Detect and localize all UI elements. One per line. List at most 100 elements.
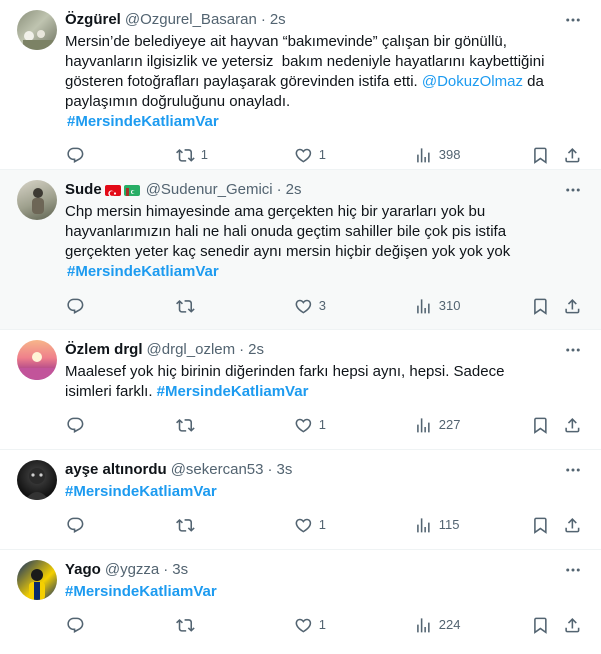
avatar[interactable] (17, 180, 57, 220)
tweet-header: Özlem drgl @drgl_ozlem · 2s (65, 340, 555, 360)
reply-button[interactable] (66, 615, 91, 635)
like-button[interactable]: 1 (294, 145, 326, 165)
view-count: 224 (438, 617, 461, 632)
heart-icon (295, 618, 312, 633)
more-options-button[interactable] (563, 10, 583, 30)
bookmark-button[interactable] (531, 615, 550, 635)
reply-button[interactable] (66, 415, 91, 435)
avatar[interactable] (17, 560, 57, 600)
retweet-icon (176, 418, 195, 432)
reply-icon (67, 147, 84, 163)
more-options-button[interactable] (563, 180, 583, 200)
like-count: 1 (318, 617, 326, 632)
more-options-button[interactable] (563, 460, 583, 480)
timestamp[interactable]: 2s (270, 10, 286, 30)
author-handle[interactable]: @sekercan53 (171, 460, 264, 480)
like-button[interactable]: 1 (294, 515, 326, 535)
views-button[interactable]: 310 (414, 296, 460, 316)
hashtag-link[interactable]: #MersindeKatliamVar (157, 383, 309, 400)
tweet-text: Mersin’de belediyeye ait hayvan “bakımev… (65, 32, 555, 112)
separator-dot: · (239, 341, 245, 358)
like-button[interactable]: 3 (294, 296, 326, 316)
like-button[interactable]: 1 (294, 615, 326, 635)
retweet-button[interactable]: 1 (176, 145, 208, 165)
tweet[interactable]: ayşe altınordu @sekercan53 · 3s #Mersind… (0, 450, 601, 550)
views-button[interactable]: 224 (414, 615, 460, 635)
more-options-button[interactable] (563, 340, 583, 360)
author-handle[interactable]: @Ozgurel_Basaran (125, 10, 257, 30)
tweet-actions: 1 1 398 (66, 145, 585, 165)
author-name[interactable]: Yago (65, 560, 101, 580)
author-handle[interactable]: @ygzza (105, 560, 159, 580)
timestamp[interactable]: 3s (276, 460, 292, 480)
heart-icon (295, 148, 312, 163)
more-options-button[interactable] (563, 560, 583, 580)
views-chart-icon (417, 298, 430, 314)
reply-icon (67, 617, 84, 633)
mention-link[interactable]: @DokuzOlmaz (422, 73, 523, 90)
tweet-actions: 1 115 (66, 515, 585, 535)
author-name[interactable]: ayşe altınordu (65, 460, 167, 480)
bookmark-icon (534, 417, 547, 434)
reply-button[interactable] (66, 296, 91, 316)
retweet-button[interactable] (176, 415, 201, 435)
author-name[interactable]: Sude (65, 180, 102, 200)
separator-dot: · (163, 561, 169, 578)
share-button[interactable] (563, 515, 582, 535)
tweet[interactable]: Özlem drgl @drgl_ozlem · 2s Maalesef yok… (0, 330, 601, 450)
share-button[interactable] (563, 296, 582, 316)
retweet-button[interactable] (176, 615, 201, 635)
avatar[interactable] (17, 340, 57, 380)
reply-button[interactable] (66, 145, 91, 165)
hashtag-link[interactable]: #MersindeKatliamVar (67, 113, 219, 130)
avatar[interactable] (17, 460, 57, 500)
reply-icon (67, 298, 84, 314)
avatar[interactable] (17, 10, 57, 50)
reply-button[interactable] (66, 515, 91, 535)
hashtag-link[interactable]: #MersindeKatliamVar (67, 263, 219, 280)
separator-dot: · (267, 461, 273, 478)
hashtag-link[interactable]: #MersindeKatliamVar (65, 583, 217, 600)
timestamp[interactable]: 2s (248, 340, 264, 360)
timestamp[interactable]: 2s (286, 180, 302, 200)
author-handle[interactable]: @drgl_ozlem (147, 340, 236, 360)
heart-icon (295, 299, 312, 314)
tweet-text: Chp mersin himayesinde ama gerçekten hiç… (65, 203, 511, 260)
author-name[interactable]: Özgürel (65, 10, 121, 30)
share-button[interactable] (563, 145, 582, 165)
author-name[interactable]: Özlem drgl (65, 340, 143, 360)
author-handle[interactable]: @Sudenur_Gemici (146, 180, 273, 200)
retweet-icon (176, 618, 195, 632)
tweet-actions: 1 227 (66, 415, 585, 435)
views-button[interactable]: 115 (414, 515, 459, 535)
like-count: 1 (318, 517, 326, 532)
bookmark-button[interactable] (531, 515, 550, 535)
timestamp[interactable]: 3s (172, 560, 188, 580)
tweet-header: ayşe altınordu @sekercan53 · 3s (65, 460, 555, 480)
turkmenistan-flag-icon (123, 184, 140, 196)
retweet-button[interactable] (176, 296, 201, 316)
tweet[interactable]: Özgürel @Ozgurel_Basaran · 2s Mersin’de … (0, 0, 601, 170)
bookmark-button[interactable] (531, 415, 550, 435)
bookmark-button[interactable] (531, 296, 550, 316)
tweet[interactable]: Yago @ygzza · 3s #MersindeKatliamVar 1 2… (0, 550, 601, 654)
views-chart-icon (417, 617, 430, 633)
tweet-actions: 1 224 (66, 615, 585, 635)
views-button[interactable]: 398 (414, 145, 460, 165)
retweet-button[interactable] (176, 515, 201, 535)
views-button[interactable]: 227 (414, 415, 460, 435)
share-button[interactable] (563, 415, 582, 435)
reply-icon (67, 517, 84, 533)
view-count: 398 (438, 147, 461, 162)
views-chart-icon (417, 417, 430, 433)
hashtag-link[interactable]: #MersindeKatliamVar (65, 483, 217, 500)
bookmark-icon (534, 517, 547, 534)
like-count: 1 (318, 147, 326, 162)
share-button[interactable] (563, 615, 582, 635)
turkey-flag-icon (104, 184, 121, 196)
tweet-actions: 3 310 (66, 296, 585, 316)
bookmark-button[interactable] (531, 145, 550, 165)
like-button[interactable]: 1 (294, 415, 326, 435)
tweet[interactable]: Sude @Sudenur_Gemici · 2s Chp mersin him… (0, 170, 601, 330)
retweet-icon (176, 299, 195, 313)
